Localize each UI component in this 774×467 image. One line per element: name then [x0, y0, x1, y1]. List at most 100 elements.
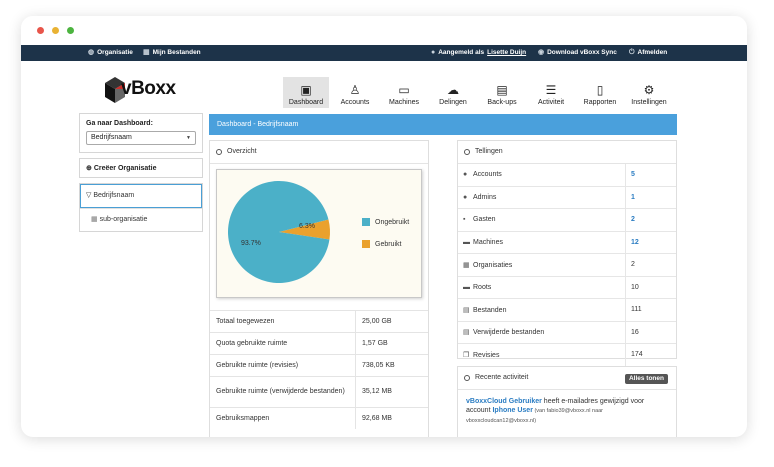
row-value: 2 [625, 253, 676, 277]
cloud-share-icon: ☁ [447, 83, 459, 97]
overview-title: Overzicht [227, 148, 257, 155]
table-row: ▤ Bestanden 111 [458, 298, 676, 322]
row-label: Bestanden [473, 306, 507, 314]
table-row: Gebruikte ruimte (verwijderde bestanden)… [210, 376, 428, 408]
create-organisation-button[interactable]: ⊕ Creëer Organisatie [79, 158, 203, 178]
activity-actor-link[interactable]: vBoxxCloud Gebruiker [466, 398, 542, 405]
table-row: Gebruiksmappen 92,68 MB [210, 407, 428, 429]
user-icon: ● [431, 49, 436, 56]
activity-target-link[interactable]: Iphone User [492, 407, 532, 414]
table-row: ▤ Verwijderde bestanden 16 [458, 321, 676, 344]
sync-icon: ◉ [538, 49, 545, 56]
legend-label: Gebruikt [375, 240, 402, 248]
revisions-icon: ❐ [463, 351, 470, 359]
close-window-button[interactable] [37, 27, 44, 34]
row-value: 1,57 GB [355, 332, 428, 355]
tab-rapporten[interactable]: ▯ Rapporten [577, 77, 623, 108]
user-icon: ● [463, 171, 468, 179]
sidebar: Ga naar Dashboard: Bedrijfsnaam ▼ ⊕ Creë… [79, 113, 203, 237]
org-item-label: Bedrijfsnaam [93, 192, 135, 199]
pie-value-label-ongebruikt: 93.7% [241, 240, 261, 247]
tab-label: Delingen [439, 99, 467, 106]
page-title-bar: Dashboard - Bedrijfsnaam [209, 114, 677, 135]
mijn-bestanden-link[interactable]: ▦ Mijn Bestanden [143, 45, 201, 61]
gasten-count-link[interactable]: 2 [625, 208, 676, 232]
counts-table: ● Accounts 5 ● Admins 1 ▪ Gasten 2 ▬ Machines 12… [458, 164, 676, 366]
table-row: ▬ Machines 12 [458, 231, 676, 254]
aangemeld-label: Aangemeld als [438, 49, 485, 56]
row-label: Gebruikte ruimte (revisies) [210, 354, 356, 377]
folder-icon: ▬ [463, 283, 470, 291]
tab-backups[interactable]: ▤ Back-ups [479, 77, 525, 108]
table-row: Quota gebruikte ruimte 1,57 GB [210, 332, 428, 355]
organisatie-label: Organisatie [97, 49, 133, 56]
page-title: Dashboard - Bedrijfsnaam [217, 121, 299, 128]
usage-chart: Ongebruikt Gebruikt 93.7% 6.3% [216, 169, 422, 298]
gear-icon: ⚙ [643, 83, 655, 97]
recent-title: Recente activiteit [475, 374, 529, 381]
tab-machines[interactable]: ▭ Machines [381, 77, 427, 108]
overview-panel: Overzicht Ongebruikt Gebruikt 93.7% 6.3%… [209, 140, 429, 437]
table-row: Gebruikte ruimte (revisies) 738,05 KB [210, 354, 428, 377]
download-sync-link[interactable]: ◉ Download vBoxx Sync [538, 45, 617, 61]
afmelden-link[interactable]: ⏻ Afmelden [629, 45, 667, 61]
row-label: Gasten [473, 216, 496, 224]
table-row: ▬ Roots 10 [458, 276, 676, 299]
org-item-bedrijfsnaam[interactable]: ▽ Bedrijfsnaam [80, 184, 202, 208]
row-label: Verwijderde bestanden [473, 329, 545, 337]
top-navigation-bar: ◍ Organisatie ▦ Mijn Bestanden ● Aangeme… [21, 45, 747, 61]
table-row: ▦ Organisaties 2 [458, 253, 676, 277]
row-label: Organisaties [473, 261, 513, 269]
row-value: 92,68 MB [355, 407, 428, 429]
accounts-count-link[interactable]: 5 [625, 164, 676, 187]
row-value: 35,12 MB [355, 376, 428, 408]
backup-icon: ▤ [496, 83, 508, 97]
dashboard-select[interactable]: Bedrijfsnaam ▼ [86, 131, 196, 145]
files-icon: ▦ [143, 49, 150, 56]
pie-chart-icon [464, 375, 470, 381]
tab-accounts[interactable]: ♙ Accounts [332, 77, 378, 108]
report-icon: ▯ [596, 83, 604, 97]
row-label: Revisies [473, 351, 500, 359]
tab-activiteit[interactable]: ☰ Activiteit [528, 77, 574, 108]
monitor-icon: ▬ [463, 238, 470, 246]
row-value: 174 [625, 343, 676, 366]
org-item-sub-organisatie[interactable]: ▦ sub-organisatie [80, 208, 202, 231]
pie-chart-icon [216, 149, 222, 155]
dashboard-select-value: Bedrijfsnaam [91, 134, 132, 141]
guest-icon: ▪ [463, 216, 466, 224]
plus-circle-icon: ⊕ [86, 165, 92, 172]
tab-delingen[interactable]: ☁ Delingen [430, 77, 476, 108]
logged-in-info: ● Aangemeld als Lisette Duijn [431, 45, 526, 61]
organisatie-link[interactable]: ◍ Organisatie [88, 45, 133, 61]
afmelden-label: Afmelden [637, 49, 668, 56]
table-row: ▪ Gasten 2 [458, 208, 676, 232]
pie-chart-icon [464, 149, 470, 155]
minimize-window-button[interactable] [52, 27, 59, 34]
admins-count-link[interactable]: 1 [625, 186, 676, 209]
tab-label: Instellingen [631, 99, 667, 106]
counts-panel: Tellingen ● Accounts 5 ● Admins 1 ▪ Gasten 2 ▬… [457, 140, 677, 366]
row-value: 738,05 KB [355, 354, 428, 377]
overview-header: Overzicht [210, 141, 428, 164]
maximize-window-button[interactable] [67, 27, 74, 34]
row-label: Roots [473, 283, 492, 291]
triangle-down-icon: ▽ [86, 192, 92, 199]
row-label: Gebruikte ruimte (verwijderde bestanden) [210, 376, 356, 408]
show-all-button[interactable]: Alles tonen [624, 374, 668, 384]
user-profile-link[interactable]: Lisette Duijn [487, 45, 526, 61]
list-icon: ☰ [545, 83, 557, 97]
organisation-icon: ▦ [463, 261, 470, 269]
row-value: 16 [625, 321, 676, 344]
globe-icon: ◍ [88, 49, 95, 56]
legend-item-ongebruikt: Ongebruikt [362, 218, 409, 226]
files-icon: ▤ [463, 306, 470, 314]
row-label: Accounts [473, 171, 502, 179]
machines-count-link[interactable]: 12 [625, 231, 676, 254]
tab-instellingen[interactable]: ⚙ Instellingen [626, 77, 672, 108]
tab-label: Activiteit [537, 99, 565, 106]
tab-dashboard[interactable]: ▣ Dashboard [283, 77, 329, 108]
row-value: 25,00 GB [355, 310, 428, 333]
table-row: ❐ Revisies 174 [458, 343, 676, 366]
browser-window: ◍ Organisatie ▦ Mijn Bestanden ● Aangeme… [21, 16, 747, 437]
